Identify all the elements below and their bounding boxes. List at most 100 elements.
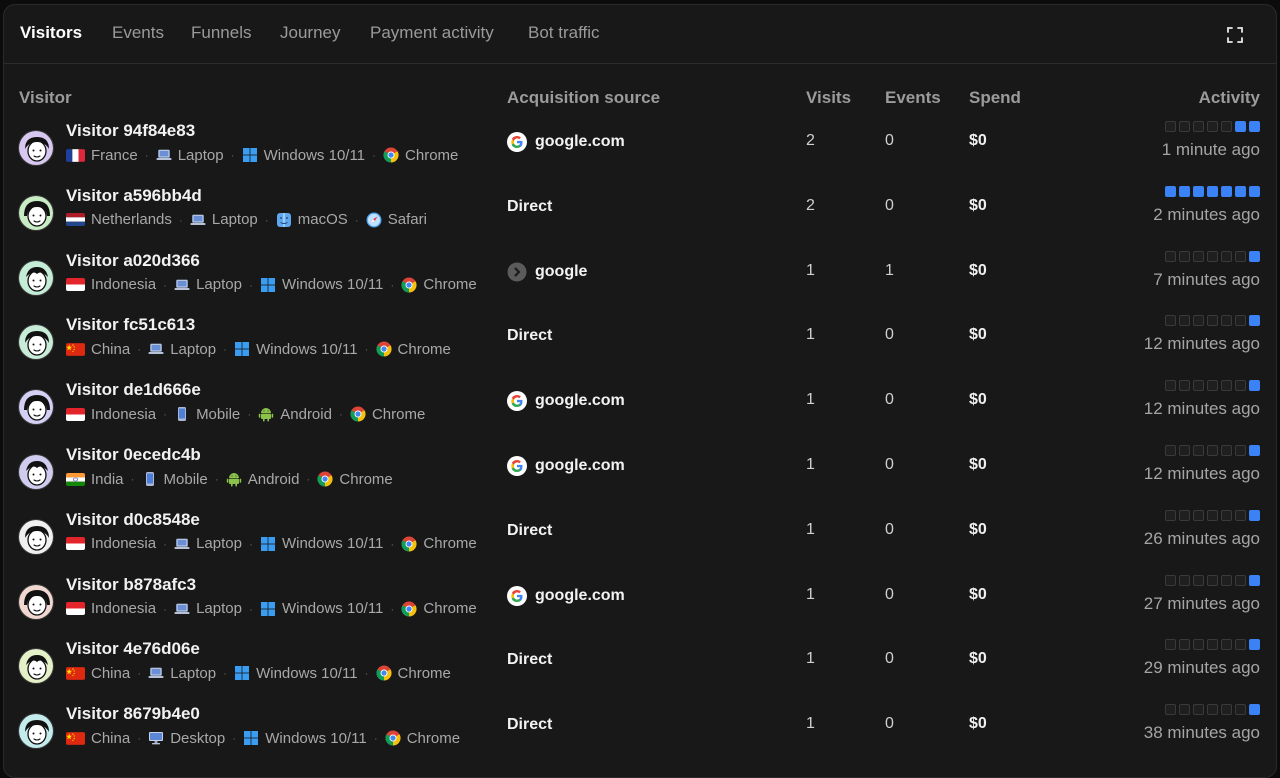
column-header-visitor[interactable]: Visitor xyxy=(19,88,72,108)
column-header-activity[interactable]: Activity xyxy=(1199,88,1260,108)
separator-dot: · xyxy=(373,731,378,746)
flag-id-icon xyxy=(66,537,85,551)
separator-dot: · xyxy=(248,277,253,292)
separator-dot: · xyxy=(230,148,235,162)
activity-block xyxy=(1165,574,1176,586)
spend-value: $0 xyxy=(969,132,987,149)
last-seen: 27 minutes ago xyxy=(1143,593,1260,613)
visitor-name[interactable]: Visitor de1d666e xyxy=(66,380,201,400)
visitor-country: Indonesia xyxy=(91,535,157,553)
table-row[interactable]: Visitor 4e76d06e China · Laptop · Windows 10/… xyxy=(4,637,1276,701)
avatar[interactable] xyxy=(18,130,54,166)
visitor-name[interactable]: Visitor 94f84e83 xyxy=(66,121,195,141)
separator-dot: · xyxy=(137,666,142,681)
activity-cell: 12 minutes ago xyxy=(1080,313,1260,373)
avatar[interactable] xyxy=(18,324,54,361)
activity-block-active xyxy=(1193,185,1204,197)
visitor-name[interactable]: Visitor b878afc3 xyxy=(66,575,196,595)
table-row[interactable]: Visitor 0ecedc4b India · Mobile · Android · Chr… xyxy=(4,443,1276,507)
chrome-icon xyxy=(385,730,401,746)
tab-funnels[interactable]: Funnels xyxy=(191,23,251,43)
visitor-name[interactable]: Visitor a596bb4d xyxy=(66,186,202,206)
table-row[interactable]: Visitor de1d666e Indonesia · Mobile · Android… xyxy=(4,378,1276,442)
events-count: 0 xyxy=(885,456,894,473)
column-header-source[interactable]: Acquisition source xyxy=(507,88,660,108)
google-icon xyxy=(507,585,527,606)
spend-value: $0 xyxy=(969,650,987,668)
avatar[interactable] xyxy=(18,194,54,231)
avatar[interactable] xyxy=(18,648,54,685)
activity-block xyxy=(1193,121,1204,132)
column-header-spend[interactable]: Spend xyxy=(969,88,1021,108)
avatar[interactable] xyxy=(18,389,54,426)
activity-cell: 1 minute ago xyxy=(1080,119,1260,179)
visitor-os: Windows 10/11 xyxy=(281,535,384,553)
visitor-name[interactable]: Visitor a020d366 xyxy=(66,251,200,271)
table-row[interactable]: Visitor a596bb4d Netherlands · Laptop · macOS… xyxy=(4,184,1276,248)
spend-value: $0 xyxy=(969,196,987,214)
tab-payment-activity[interactable]: Payment activity xyxy=(370,23,494,43)
tab-journey[interactable]: Journey xyxy=(280,23,340,43)
avatar[interactable] xyxy=(18,518,54,555)
table-row[interactable]: Visitor b878afc3 Indonesia · Laptop · Windows… xyxy=(4,573,1276,637)
tab-events[interactable]: Events xyxy=(112,23,164,43)
table-row[interactable]: Visitor 94f84e83 France · Laptop · Windows 10… xyxy=(4,119,1276,183)
visitor-country: China xyxy=(91,729,131,747)
events-count: 0 xyxy=(885,132,894,149)
laptop-icon xyxy=(190,212,206,228)
activity-block xyxy=(1193,639,1204,651)
avatar[interactable] xyxy=(18,583,54,620)
table-row[interactable]: Visitor fc51c613 China · Laptop · Windows 10/… xyxy=(4,313,1276,377)
visitor-name[interactable]: Visitor 0ecedc4b xyxy=(66,445,201,465)
table-row[interactable]: Visitor 8679b4e0 China · Desktop · Windows 10… xyxy=(4,702,1276,766)
visitor-country: France xyxy=(91,146,138,164)
activity-block xyxy=(1235,380,1246,392)
column-header-visits[interactable]: Visits xyxy=(806,88,851,108)
avatar[interactable] xyxy=(18,454,54,490)
activity-cell: 2 minutes ago xyxy=(1080,184,1260,244)
laptop-icon xyxy=(174,536,190,552)
activity-block xyxy=(1221,574,1232,586)
visitor-os: Android xyxy=(280,405,332,423)
fullscreen-icon[interactable] xyxy=(1226,26,1244,44)
visitor-meta: China · Laptop · Windows 10/11 · Chrome xyxy=(66,339,451,359)
activity-block-active xyxy=(1249,250,1260,262)
visits-count: 1 xyxy=(806,715,815,733)
activity-block xyxy=(1221,509,1232,521)
visitor-country: Indonesia xyxy=(91,276,157,294)
last-seen: 12 minutes ago xyxy=(1143,464,1260,483)
activity-block-active xyxy=(1249,704,1260,716)
table-row[interactable]: Visitor d0c8548e Indonesia · Laptop · Windows… xyxy=(4,508,1276,572)
visitor-name[interactable]: Visitor 8679b4e0 xyxy=(66,704,200,724)
visitor-device: Laptop xyxy=(177,146,224,164)
avatar[interactable] xyxy=(18,259,54,296)
spend-value: $0 xyxy=(969,520,987,538)
visitor-name[interactable]: Visitor fc51c613 xyxy=(66,315,195,335)
source-label: Direct xyxy=(507,197,553,215)
mobile-icon xyxy=(142,471,158,487)
events-count: 0 xyxy=(885,715,894,733)
column-header-events[interactable]: Events xyxy=(885,88,941,108)
tab-visitors[interactable]: Visitors xyxy=(20,23,82,43)
source-label: google.com xyxy=(535,586,625,604)
activity-block xyxy=(1193,445,1204,456)
source-label: Direct xyxy=(507,651,553,669)
activity-block xyxy=(1165,250,1176,262)
mobile-icon xyxy=(174,406,190,422)
windows-icon xyxy=(242,147,258,163)
visitor-country: China xyxy=(91,340,131,358)
visitor-name[interactable]: Visitor 4e76d06e xyxy=(66,639,200,659)
separator-dot: · xyxy=(354,212,359,227)
visitor-name[interactable]: Visitor d0c8548e xyxy=(66,510,200,530)
activity-block-active xyxy=(1249,574,1260,586)
visitor-meta: Indonesia · Laptop · Windows 10/11 · Chrome xyxy=(66,275,477,295)
last-seen: 2 minutes ago xyxy=(1153,204,1260,224)
visitor-browser: Chrome xyxy=(406,729,461,747)
avatar[interactable] xyxy=(18,713,54,750)
tab-bot-traffic[interactable]: Bot traffic xyxy=(528,23,600,43)
activity-sparkline xyxy=(1165,704,1260,716)
table-row[interactable]: Visitor a020d366 Indonesia · Laptop · Windows… xyxy=(4,249,1276,313)
activity-block xyxy=(1221,704,1232,716)
visits-count: 2 xyxy=(806,196,815,214)
flag-fr-icon xyxy=(66,148,85,162)
